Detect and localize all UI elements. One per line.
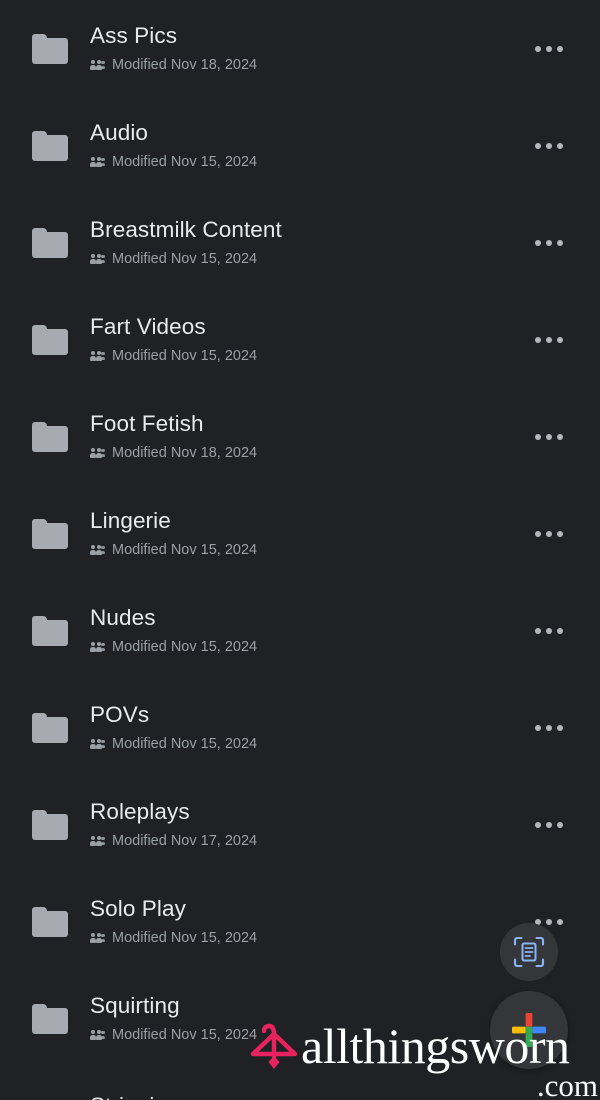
file-row[interactable]: Nudes Modified Nov 15, 2024 (0, 582, 600, 679)
file-row[interactable]: Breastmilk Content Modified Nov 15, 2024 (0, 194, 600, 291)
more-options-icon[interactable] (526, 26, 572, 72)
more-options-icon[interactable] (526, 123, 572, 169)
file-modified-line: Modified Nov 15, 2024 (90, 930, 526, 947)
folder-icon (32, 227, 68, 258)
file-row[interactable]: Roleplays Modified Nov 17, 2024 (0, 776, 600, 873)
file-row-text: Audio Modified Nov 15, 2024 (90, 120, 526, 171)
file-row-text: Fart Videos Modified Nov 15, 2024 (90, 314, 526, 365)
file-row[interactable]: Fart Videos Modified Nov 15, 2024 (0, 291, 600, 388)
file-row-text: Foot Fetish Modified Nov 18, 2024 (90, 411, 526, 462)
people-shared-icon (90, 448, 105, 459)
more-options-icon[interactable] (526, 317, 572, 363)
file-modified-line: Modified Nov 17, 2024 (90, 833, 526, 850)
file-modified-text: Modified Nov 18, 2024 (112, 57, 258, 73)
folder-icon (32, 906, 68, 937)
folder-icon (32, 1003, 68, 1034)
folder-icon (32, 518, 68, 549)
file-name: POVs (90, 702, 150, 727)
file-name: Ass Pics (90, 23, 178, 48)
file-row-text: Squirting Modified Nov 15, 2024 (90, 993, 526, 1044)
google-plus-icon (512, 1013, 546, 1047)
file-row-text: Lingerie Modified Nov 15, 2024 (90, 508, 526, 559)
people-shared-icon (90, 60, 105, 71)
file-name: Roleplays (90, 799, 190, 824)
file-row[interactable]: Foot Fetish Modified Nov 18, 2024 (0, 388, 600, 485)
file-modified-line: Modified Nov 15, 2024 (90, 736, 526, 753)
file-name: Audio (90, 120, 149, 145)
file-modified-line: Modified Nov 18, 2024 (90, 445, 526, 462)
file-name: Fart Videos (90, 314, 206, 339)
file-name: Stripping (90, 1093, 526, 1100)
file-row[interactable]: Ass Pics Modified Nov 18, 2024 (0, 0, 600, 97)
people-shared-icon (90, 933, 105, 944)
file-modified-line: Modified Nov 15, 2024 (90, 639, 526, 656)
file-name: Foot Fetish (90, 411, 204, 436)
people-shared-icon (90, 836, 105, 847)
file-row[interactable]: Audio Modified Nov 15, 2024 (0, 97, 600, 194)
file-name: Solo Play (90, 896, 186, 921)
file-modified-line: Modified Nov 15, 2024 (90, 542, 526, 559)
file-row-text: Ass Pics Modified Nov 18, 2024 (90, 23, 526, 74)
folder-icon (32, 421, 68, 452)
people-shared-icon (90, 739, 105, 750)
file-row-text: Solo Play Modified Nov 15, 2024 (90, 896, 526, 947)
people-shared-icon (90, 1030, 105, 1041)
more-options-icon[interactable] (526, 220, 572, 266)
folder-icon (32, 324, 68, 355)
folder-icon (32, 33, 68, 64)
document-scanner-icon (513, 936, 545, 968)
file-modified-text: Modified Nov 15, 2024 (112, 1027, 258, 1043)
file-modified-line: Modified Nov 15, 2024 (90, 251, 526, 268)
file-row-text: Stripping (90, 1093, 526, 1100)
file-name: Lingerie (90, 508, 171, 533)
file-modified-line: Modified Nov 15, 2024 (90, 154, 526, 171)
scan-document-button[interactable] (500, 923, 558, 981)
file-row[interactable]: POVs Modified Nov 15, 2024 (0, 679, 600, 776)
file-row-text: Roleplays Modified Nov 17, 2024 (90, 799, 526, 850)
file-modified-text: Modified Nov 15, 2024 (112, 154, 258, 170)
file-modified-text: Modified Nov 15, 2024 (112, 348, 258, 364)
file-row[interactable]: Lingerie Modified Nov 15, 2024 (0, 485, 600, 582)
people-shared-icon (90, 642, 105, 653)
file-modified-text: Modified Nov 15, 2024 (112, 930, 258, 946)
file-name: Breastmilk Content (90, 217, 282, 242)
people-shared-icon (90, 545, 105, 556)
more-options-icon[interactable] (526, 414, 572, 460)
folder-icon (32, 712, 68, 743)
more-options-icon[interactable] (526, 511, 572, 557)
more-options-icon[interactable] (526, 705, 572, 751)
people-shared-icon (90, 351, 105, 362)
file-modified-text: Modified Nov 17, 2024 (112, 833, 258, 849)
file-modified-text: Modified Nov 15, 2024 (112, 251, 258, 267)
file-modified-line: Modified Nov 15, 2024 (90, 348, 526, 365)
more-options-icon[interactable] (526, 608, 572, 654)
more-options-icon[interactable] (526, 1093, 572, 1100)
file-modified-text: Modified Nov 15, 2024 (112, 639, 258, 655)
file-modified-text: Modified Nov 15, 2024 (112, 542, 258, 558)
file-modified-line: Modified Nov 18, 2024 (90, 57, 526, 74)
people-shared-icon (90, 157, 105, 168)
folder-icon (32, 809, 68, 840)
file-row-text: POVs Modified Nov 15, 2024 (90, 702, 526, 753)
file-name: Nudes (90, 605, 156, 630)
file-row-text: Nudes Modified Nov 15, 2024 (90, 605, 526, 656)
file-modified-line: Modified Nov 15, 2024 (90, 1027, 526, 1044)
more-options-icon[interactable] (526, 802, 572, 848)
file-name: Squirting (90, 993, 180, 1018)
file-row[interactable]: Stripping (0, 1067, 600, 1100)
folder-icon (32, 130, 68, 161)
file-row-text: Breastmilk Content Modified Nov 15, 2024 (90, 217, 526, 268)
new-item-button[interactable] (490, 991, 568, 1069)
file-modified-text: Modified Nov 15, 2024 (112, 736, 258, 752)
folder-icon (32, 615, 68, 646)
file-modified-text: Modified Nov 18, 2024 (112, 445, 258, 461)
people-shared-icon (90, 254, 105, 265)
